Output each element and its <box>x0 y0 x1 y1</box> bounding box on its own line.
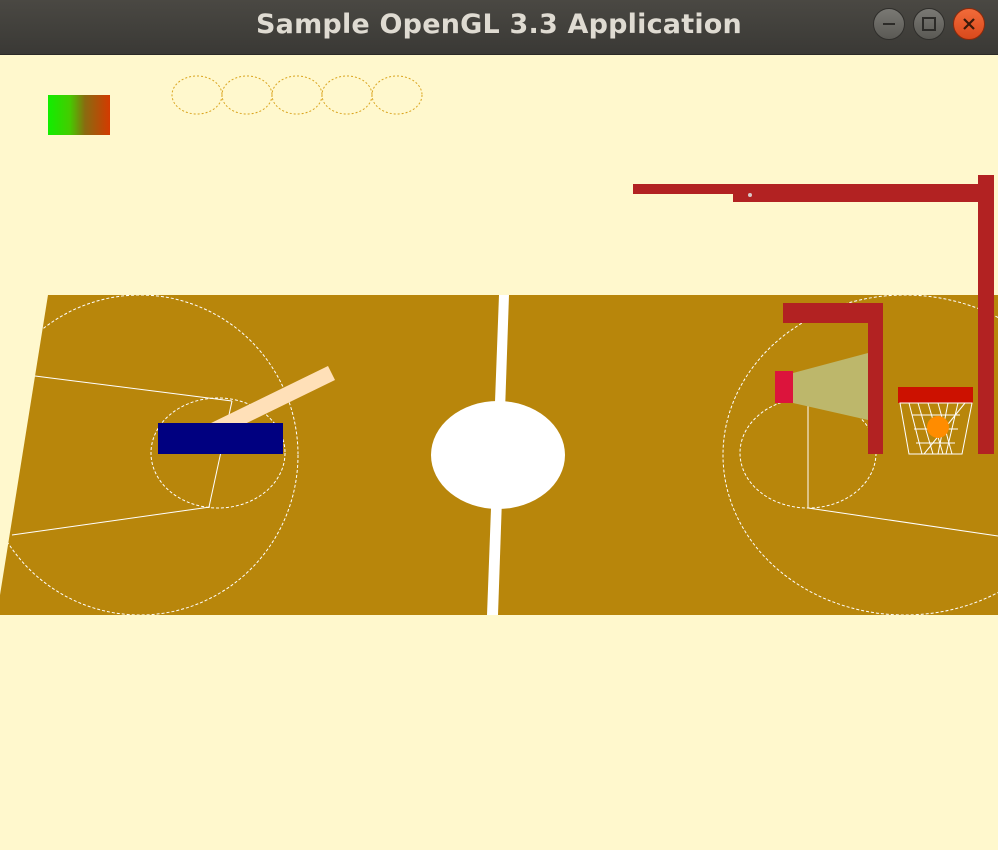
close-button[interactable] <box>953 8 985 40</box>
center-circle <box>431 401 565 509</box>
life-slot <box>371 75 423 115</box>
minus-icon <box>883 23 895 25</box>
maximize-button[interactable] <box>913 8 945 40</box>
minimize-button[interactable] <box>873 8 905 40</box>
lives-indicator <box>171 75 423 115</box>
basket-rim <box>898 387 973 403</box>
hoop-pole <box>868 303 883 454</box>
player-body[interactable] <box>158 423 283 454</box>
main-pole-top <box>978 175 992 187</box>
life-slot <box>271 75 323 115</box>
life-slot <box>321 75 373 115</box>
basketball <box>927 416 949 438</box>
gl-viewport[interactable] <box>0 55 998 850</box>
app-window: Sample OpenGL 3.3 Application <box>0 0 998 850</box>
title-bar[interactable]: Sample OpenGL 3.3 Application <box>0 0 998 55</box>
life-slot <box>171 75 223 115</box>
x-icon <box>963 18 975 30</box>
life-slot <box>221 75 273 115</box>
window-title: Sample OpenGL 3.3 Application <box>256 9 742 40</box>
game-scene[interactable] <box>0 55 998 850</box>
power-meter <box>48 95 110 135</box>
main-pole <box>978 175 994 454</box>
overhead-beam <box>633 184 988 202</box>
square-icon <box>922 17 936 31</box>
launcher-tip <box>775 371 793 403</box>
